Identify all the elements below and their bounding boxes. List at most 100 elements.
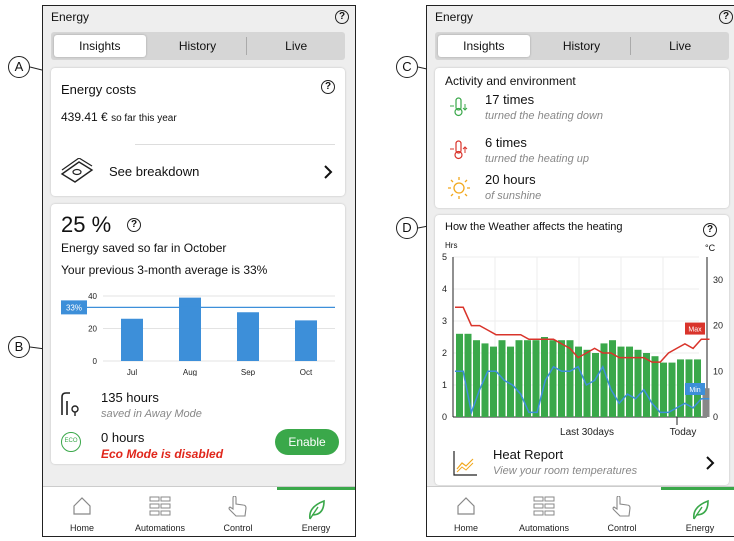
nav-label: Home — [69, 523, 94, 533]
card-title: Activity and environment — [445, 74, 576, 88]
eco-hours: 0 hours — [101, 430, 145, 445]
nav-energy[interactable]: Energy — [277, 487, 355, 536]
y-right-tick-label: 20 — [713, 321, 723, 331]
activity-value: 20 hours — [485, 172, 536, 187]
away-note: saved in Away Mode — [101, 408, 202, 420]
home-icon — [73, 497, 91, 515]
tab-history[interactable]: History — [536, 35, 628, 57]
y-tick-label: 20 — [88, 325, 97, 334]
activity-value: 6 times — [485, 135, 527, 150]
leaf-icon — [308, 499, 325, 520]
heating-bar — [634, 349, 642, 417]
nav-label: Automations — [134, 523, 186, 533]
energy-costs-card: Energy costs ? 439.41 € so far this year… — [51, 68, 345, 196]
away-mode-icon — [61, 392, 79, 416]
min-label: Min — [689, 387, 700, 394]
savings-line-2: Your previous 3-month average is 33% — [61, 263, 268, 277]
y-left-tick-label: 1 — [442, 380, 447, 390]
tab-live[interactable]: Live — [634, 35, 726, 57]
heat-report-note: View your room temperatures — [493, 465, 638, 477]
heat-report-title: Heat Report — [493, 447, 564, 462]
bottom-nav: Home Automations Control Energy — [43, 486, 355, 536]
nav-energy[interactable]: Energy — [661, 487, 734, 536]
home-icon — [457, 497, 475, 515]
heating-bar — [490, 346, 497, 417]
y-left-tick-label: 0 — [442, 412, 447, 422]
bar-sep — [237, 312, 259, 361]
heat-report-row[interactable]: Heat Report View your room temperatures — [435, 443, 729, 483]
cost-amount: 439.41 € so far this year — [61, 110, 177, 124]
savings-line-1: Energy saved so far in October — [61, 241, 227, 255]
hand-touch-icon — [228, 496, 247, 517]
automations-icon — [533, 496, 555, 516]
heating-bar — [660, 362, 667, 417]
nav-control[interactable]: Control — [199, 487, 277, 536]
x-tick-label: Oct — [300, 368, 313, 376]
max-label: Max — [688, 327, 702, 334]
nav-label: Automations — [518, 523, 570, 533]
hand-touch-icon — [612, 496, 631, 517]
away-hours: 135 hours — [101, 390, 159, 405]
help-icon[interactable]: ? — [335, 10, 349, 24]
breakdown-label: See breakdown — [109, 164, 200, 179]
weather-help-icon[interactable]: ? — [703, 223, 717, 237]
y-left-tick-label: 3 — [442, 316, 447, 326]
money-icon — [60, 158, 94, 183]
y-left-tick-label: 5 — [442, 252, 447, 262]
tab-history[interactable]: History — [152, 35, 244, 57]
thermometer-down-icon — [450, 97, 468, 117]
tab-bar: Insights History Live — [435, 32, 729, 60]
activity-card: Activity and environment 17 times turned… — [435, 68, 729, 208]
chevron-right-icon — [706, 456, 715, 470]
nav-home[interactable]: Home — [43, 487, 121, 536]
heating-bar — [592, 353, 599, 417]
activity-note: of sunshine — [485, 190, 542, 202]
left-phone-screen: Energy ? Insights History Live Energy co… — [42, 5, 356, 537]
bar-jul — [121, 318, 143, 361]
savings-help-icon[interactable]: ? — [127, 218, 141, 232]
nav-automations[interactable]: Automations — [121, 487, 199, 536]
tab-live[interactable]: Live — [250, 35, 342, 57]
energy-savings-card: 25 % ? Energy saved so far in October Yo… — [51, 204, 345, 464]
nav-control[interactable]: Control — [583, 487, 661, 536]
activity-value: 17 times — [485, 92, 535, 107]
tab-insights[interactable]: Insights — [438, 35, 530, 57]
heating-bar — [558, 340, 565, 417]
enable-eco-button[interactable]: Enable — [275, 429, 339, 455]
heating-bar — [677, 359, 684, 417]
eco-disabled-note: Eco Mode is disabled — [101, 447, 224, 461]
nav-automations[interactable]: Automations — [505, 487, 583, 536]
tab-insights[interactable]: Insights — [54, 35, 146, 57]
x-tick-label: Aug — [183, 368, 197, 376]
tab-bar: Insights History Live — [51, 32, 345, 60]
x-today-label: Today — [670, 427, 697, 438]
y-tick-label: 40 — [88, 292, 97, 301]
monthly-savings-chart: 0 20 40 Jul Aug Sep Oct 33% — [61, 292, 335, 376]
help-icon[interactable]: ? — [719, 10, 733, 24]
divider — [135, 144, 335, 145]
x-tick-label: Sep — [241, 368, 256, 376]
heating-bar — [651, 356, 659, 417]
nav-label: Control — [607, 523, 637, 533]
y-left-tick-label: 2 — [442, 348, 447, 358]
automations-icon — [149, 496, 171, 516]
nav-label: Energy — [685, 523, 715, 533]
heating-bar — [609, 340, 616, 417]
y-left-unit: Hrs — [445, 241, 458, 250]
nav-home[interactable]: Home — [427, 487, 505, 536]
page-title: Energy — [435, 10, 474, 24]
average-marker-label: 33% — [66, 303, 82, 312]
heating-bar — [549, 340, 557, 417]
activity-note: turned the heating up — [485, 153, 589, 165]
activity-note: turned the heating down — [485, 110, 604, 122]
chevron-right-icon — [324, 165, 333, 179]
y-tick-label: 0 — [93, 357, 98, 366]
eco-icon: ECO — [61, 432, 81, 452]
weather-card: How the Weather affects the heating ? Hr… — [435, 215, 729, 485]
tab-divider — [630, 37, 632, 55]
savings-percent: 25 % — [61, 212, 112, 237]
costs-help-icon[interactable]: ? — [321, 80, 335, 94]
tab-divider — [246, 37, 248, 55]
see-breakdown-row[interactable]: See breakdown — [51, 152, 345, 192]
y-right-tick-label: 0 — [713, 412, 718, 422]
